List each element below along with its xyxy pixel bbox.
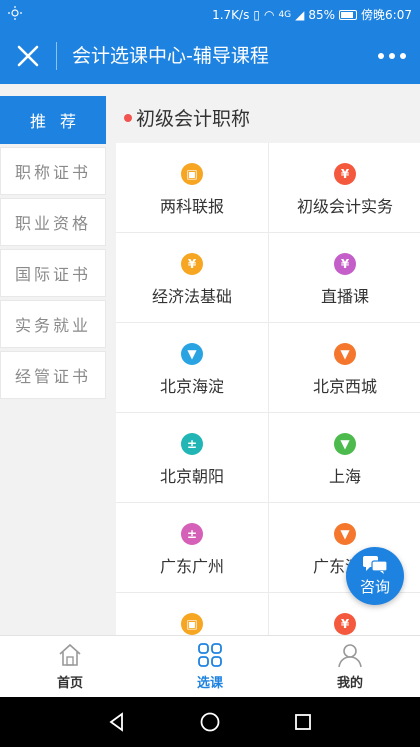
consult-button[interactable]: 咨询	[346, 547, 404, 605]
consult-label: 咨询	[359, 578, 390, 596]
bottom-tab-bar: 首页 选课 我的	[0, 635, 420, 697]
course-label: 北京朝阳	[159, 467, 224, 486]
battery-icon	[339, 9, 358, 20]
yuan-icon: ¥	[334, 613, 356, 635]
yuan-icon: ¥	[334, 163, 356, 185]
course-label: 广东广州	[159, 557, 224, 576]
tie-icon: ▼	[334, 343, 356, 365]
brightness-icon	[8, 6, 22, 20]
course-cell[interactable]: ± 广东广州	[116, 503, 268, 592]
tie-icon: ▼	[181, 343, 203, 365]
course-label: 北京西城	[312, 377, 377, 396]
signal-label: 4G	[278, 9, 292, 20]
section-title: 初级会计职称	[124, 104, 250, 131]
sidebar-item-qualification[interactable]: 职业资格	[0, 198, 106, 246]
course-cell[interactable]: ¥ 直播课	[269, 233, 420, 322]
tab-home[interactable]: 首页	[0, 636, 140, 697]
course-label: 两科联报	[159, 197, 224, 216]
title-divider	[56, 42, 57, 70]
course-cell[interactable]: ¥	[269, 593, 420, 635]
yuan-icon: ¥	[334, 253, 356, 275]
title-bar: 会计选课中心-辅导课程	[0, 28, 420, 84]
course-cell[interactable]: ± 北京朝阳	[116, 413, 268, 502]
battery-percent: 85%	[308, 7, 336, 22]
close-icon[interactable]	[16, 44, 40, 68]
course-cell[interactable]: ▼ 北京海淀	[116, 323, 268, 412]
sidebar-item-recommend[interactable]: 推荐	[0, 96, 106, 144]
calculator-icon: ±	[181, 433, 203, 455]
course-label: 经济法基础	[151, 287, 232, 306]
network-speed: 1.7K/s	[212, 7, 250, 22]
sidebar-item-practice[interactable]: 实务就业	[0, 300, 106, 348]
recents-icon[interactable]	[292, 711, 314, 733]
yuan-icon: ¥	[181, 253, 203, 275]
clock: 傍晚6:07	[361, 8, 412, 22]
section-dot-icon	[124, 113, 132, 122]
course-cell[interactable]: ▣	[116, 593, 268, 635]
course-cell[interactable]: ¥ 经济法基础	[116, 233, 268, 322]
wifi-icon: ◠	[263, 7, 275, 22]
tie-icon: ▼	[334, 433, 356, 455]
status-bar: 1.7K/s ▯ ◠ 4G ◢ 85% 傍晚6:07	[0, 0, 420, 28]
system-nav-bar	[0, 697, 420, 747]
calculator-icon: ±	[181, 523, 203, 545]
more-options-icon[interactable]	[378, 46, 406, 66]
course-label: 北京海淀	[159, 377, 224, 396]
tab-home-label: 首页	[56, 676, 83, 691]
course-label: 上海	[328, 467, 361, 486]
briefcase-icon: ▣	[181, 163, 203, 185]
course-label: 初级会计实务	[296, 197, 393, 216]
tab-mine-label: 我的	[336, 676, 363, 691]
sidebar-item-international[interactable]: 国际证书	[0, 249, 106, 297]
home-icon	[59, 643, 81, 666]
back-icon[interactable]	[106, 711, 128, 733]
cell-signal-icon: ◢	[295, 7, 305, 22]
home-circle-icon[interactable]	[199, 711, 221, 733]
course-cell[interactable]: ¥ 初级会计实务	[269, 143, 420, 232]
briefcase-icon: ▣	[181, 613, 203, 635]
sidebar-item-professional-title[interactable]: 职称证书	[0, 147, 106, 195]
category-sidebar: 推荐 职称证书 职业资格 国际证书 实务就业 经管证书	[0, 96, 106, 402]
vibrate-icon: ▯	[253, 7, 260, 22]
tie-icon: ▼	[334, 523, 356, 545]
course-cell[interactable]: ▣ 两科联报	[116, 143, 268, 232]
tab-courses-label: 选课	[196, 676, 223, 691]
user-icon	[338, 644, 362, 668]
sidebar-item-management[interactable]: 经管证书	[0, 351, 106, 399]
page-title: 会计选课中心-辅导课程	[72, 45, 269, 67]
course-label: 直播课	[320, 287, 369, 306]
section-title-text: 初级会计职称	[136, 108, 251, 130]
course-cell[interactable]: ▼ 上海	[269, 413, 420, 502]
tab-mine[interactable]: 我的	[280, 636, 420, 697]
chat-bubble-icon	[363, 556, 388, 574]
tab-courses[interactable]: 选课	[140, 636, 280, 697]
course-cell[interactable]: ▼ 北京西城	[269, 323, 420, 412]
grid-icon	[198, 643, 222, 667]
